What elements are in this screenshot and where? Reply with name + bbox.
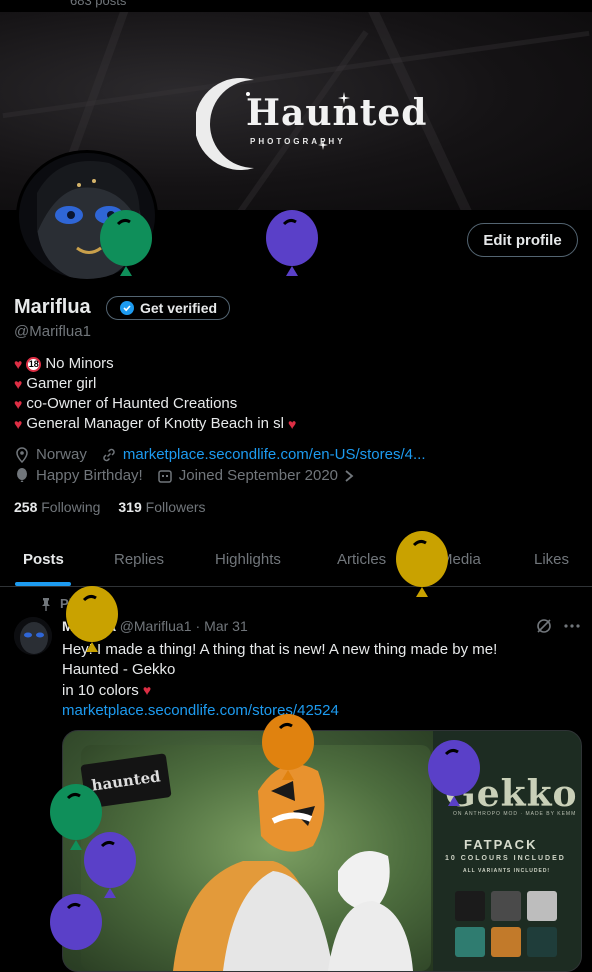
- tweet-line: in 10 colors ♥: [62, 680, 582, 701]
- sparkle-icon: [338, 92, 350, 104]
- color-swatch: [491, 891, 521, 921]
- profile-name: Mariflua: [14, 296, 91, 318]
- follow-stats: 258 Following 319 Followers: [14, 499, 206, 515]
- bio-line: ♥ co-Owner of Haunted Creations: [14, 394, 296, 414]
- logo-title: Haunted: [246, 92, 428, 134]
- tweet-avatar[interactable]: [14, 617, 52, 655]
- verified-icon: [120, 301, 134, 315]
- tab-articles[interactable]: Articles: [337, 551, 386, 568]
- get-verified-button[interactable]: Get verified: [106, 296, 230, 320]
- profile-meta-row: Norway marketplace.secondlife.com/en-US/…: [14, 446, 426, 463]
- following-link[interactable]: 258 Following: [14, 499, 100, 515]
- profile-handle: @Mariflua1: [14, 323, 91, 340]
- color-swatch: [491, 927, 521, 957]
- location-text: Norway: [36, 446, 87, 463]
- balloon-icon: [17, 467, 27, 482]
- color-swatch: [527, 891, 557, 921]
- bio-text: co-Owner of Haunted Creations: [26, 395, 238, 412]
- website-link[interactable]: marketplace.secondlife.com/en-US/stores/…: [123, 446, 426, 463]
- tab-posts[interactable]: Posts: [23, 551, 64, 568]
- tweet-media-image[interactable]: haunted Gekko ON ANTHROPO MOD · MADE BY …: [62, 730, 582, 972]
- colours-label: 10 COLOURS INCLUDED: [445, 855, 566, 862]
- bio-text: General Manager of Knotty Beach in sl: [26, 415, 284, 432]
- balloon-decoration: [396, 531, 448, 597]
- heart-icon: ♥: [14, 396, 23, 412]
- chevron-right-icon[interactable]: [344, 469, 354, 483]
- balloon-decoration: [266, 210, 318, 276]
- balloon-decoration: [428, 740, 480, 806]
- top-strip: 683 posts: [0, 0, 592, 12]
- following-count: 258: [14, 499, 38, 515]
- avatar-figures: [173, 764, 413, 971]
- color-swatch: [455, 891, 485, 921]
- tweet-line: Hey! I made a thing! A thing that is new…: [62, 641, 498, 658]
- bio-line: ♥ Gamer girl: [14, 374, 296, 394]
- edit-profile-button[interactable]: Edit profile: [467, 223, 578, 257]
- sparkle-icon: [318, 140, 328, 150]
- balloon-decoration: [50, 894, 102, 950]
- pin-icon: [42, 597, 50, 611]
- joined-text[interactable]: Joined September 2020: [179, 467, 338, 484]
- variants-label: ALL VARIANTS INCLUDED!: [463, 868, 551, 874]
- tab-highlights[interactable]: Highlights: [215, 551, 281, 568]
- heart-icon: ♥: [14, 416, 23, 432]
- tweet-dot: ·: [195, 618, 201, 634]
- balloon-decoration: [262, 714, 314, 780]
- balloon-decoration: [66, 586, 118, 652]
- link-icon: [103, 448, 115, 461]
- get-verified-label: Get verified: [140, 300, 218, 316]
- post-count: 683 posts: [70, 0, 127, 8]
- tweet-handle[interactable]: @Mariflua1: [120, 618, 192, 634]
- profile-bio: ♥ 18 No Minors ♥ Gamer girl ♥ co-Owner o…: [14, 354, 296, 434]
- tab-replies[interactable]: Replies: [114, 551, 164, 568]
- bio-text: No Minors: [45, 355, 114, 372]
- followers-link[interactable]: 319 Followers: [118, 499, 205, 515]
- gekko-subtitle: ON ANTHROPO MOD · MADE BY KEMM: [453, 811, 577, 817]
- heart-icon: ♥: [14, 376, 23, 392]
- tweet-avatar-image: [14, 617, 52, 655]
- active-tab-indicator: [15, 582, 71, 586]
- bio-line: ♥ 18 No Minors: [14, 354, 296, 374]
- heart-icon: ♥: [142, 682, 152, 698]
- tab-likes[interactable]: Likes: [534, 551, 569, 568]
- bio-line: ♥ General Manager of Knotty Beach in sl …: [14, 414, 296, 434]
- logo-subtitle: PHOTOGRAPHY: [250, 137, 346, 146]
- heart-icon: ♥: [287, 416, 297, 432]
- balloon-decoration: [100, 210, 152, 276]
- more-icon[interactable]: [563, 617, 581, 635]
- color-swatch: [527, 927, 557, 957]
- heart-icon: ♥: [14, 356, 23, 372]
- tweet-line: Haunted - Gekko: [62, 661, 176, 678]
- tweet-actions: [535, 617, 581, 635]
- birthday-text: Happy Birthday!: [36, 467, 143, 484]
- profile-tabs: Posts Replies Highlights Articles Media …: [0, 536, 592, 587]
- bio-text: Gamer girl: [26, 375, 97, 392]
- profile-meta-row: Happy Birthday! Joined September 2020: [14, 467, 354, 484]
- location-icon: [16, 446, 28, 463]
- no-under-18-icon: 18: [26, 356, 42, 372]
- tweet-line-text: in 10 colors: [62, 682, 139, 699]
- followers-label: Followers: [145, 499, 206, 515]
- followers-count: 319: [118, 499, 142, 515]
- tweet-text: Hey! I made a thing! A thing that is new…: [62, 640, 582, 721]
- grok-icon[interactable]: [535, 617, 553, 635]
- color-swatch: [455, 927, 485, 957]
- following-label: Following: [41, 499, 101, 515]
- fatpack-label: FATPACK: [464, 837, 538, 852]
- tweet-date[interactable]: Mar 31: [204, 618, 248, 634]
- calendar-icon: [157, 469, 172, 483]
